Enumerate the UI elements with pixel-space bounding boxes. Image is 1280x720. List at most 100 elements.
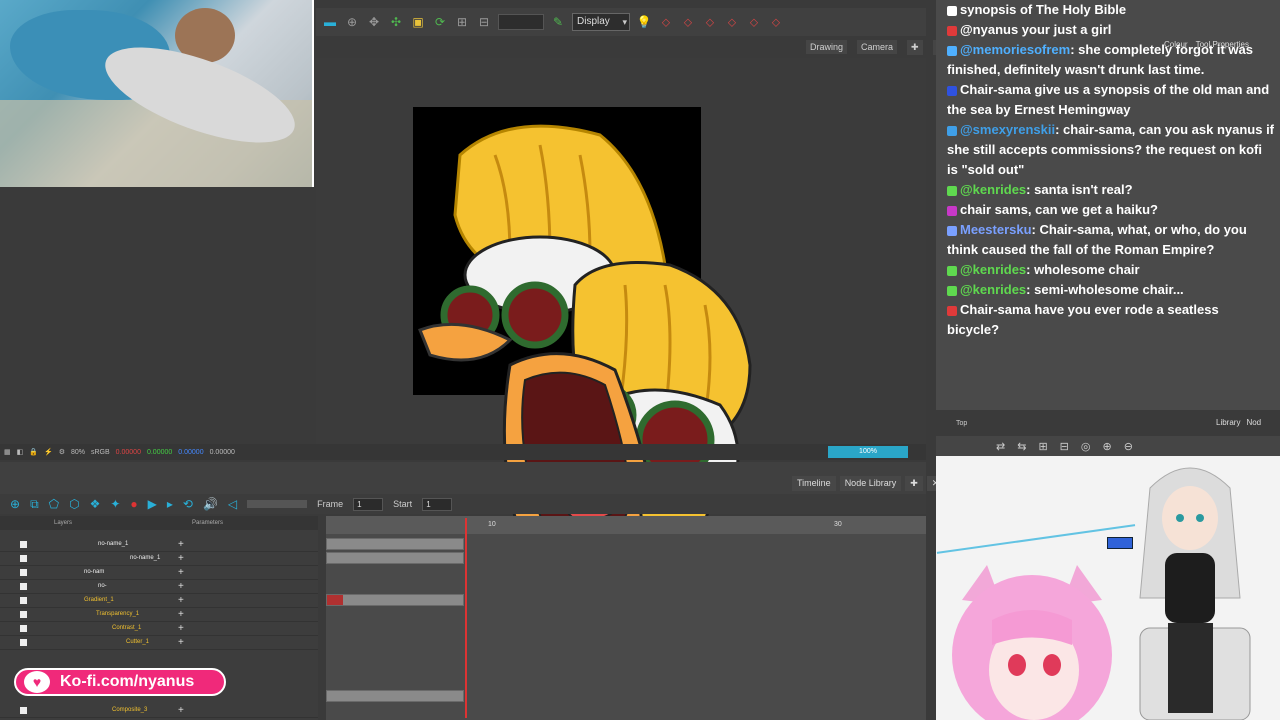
add-panel-icon[interactable]: ✚ xyxy=(905,476,923,491)
chat-username[interactable]: Meestersku xyxy=(960,222,1032,237)
frame-ruler[interactable]: 10 30 xyxy=(326,516,926,534)
add-keyframe-icon[interactable]: + xyxy=(178,581,184,592)
add-keyframe-icon[interactable]: + xyxy=(178,539,184,550)
layer-row[interactable]: Gradient_1 + xyxy=(0,594,318,608)
add-keyframe-icon[interactable]: + xyxy=(178,705,184,716)
chat-badge-icon xyxy=(947,285,957,296)
node-tool-icon[interactable]: ⇆ xyxy=(1017,440,1026,453)
node-tool-icon[interactable]: ⊞ xyxy=(1038,440,1047,453)
bolt-icon[interactable]: ⚡ xyxy=(44,448,53,456)
layer-duplicate-icon[interactable]: ⧉ xyxy=(30,497,39,512)
chat-username[interactable]: @smexyrenskii xyxy=(960,122,1055,137)
visibility-toggle[interactable] xyxy=(20,707,27,714)
panel-icon[interactable]: ▬ xyxy=(322,14,338,30)
add-keyframe-icon[interactable]: + xyxy=(178,567,184,578)
zoom-value: 80% xyxy=(70,448,85,456)
tab-timeline[interactable]: Timeline xyxy=(792,476,836,491)
node-tool-icon[interactable]: ⊟ xyxy=(1060,440,1069,453)
visibility-toggle[interactable] xyxy=(20,639,27,646)
play-icon[interactable]: ▶ xyxy=(148,497,157,511)
tab-node-library[interactable]: Node Library xyxy=(839,476,902,491)
layer-row[interactable]: Transparency_1 + xyxy=(0,608,318,622)
zoom-select[interactable] xyxy=(498,14,544,30)
add-keyframe-icon[interactable]: + xyxy=(178,623,184,634)
frame-strip[interactable] xyxy=(326,538,464,550)
move-icon[interactable]: ✥ xyxy=(366,14,382,30)
frame-strip[interactable] xyxy=(326,690,464,702)
layer-row[interactable]: no- + xyxy=(0,580,318,594)
display-select[interactable]: Display xyxy=(572,13,630,31)
visibility-toggle[interactable] xyxy=(20,569,27,576)
lightbulb-icon[interactable]: 💡 xyxy=(636,14,652,30)
node-tool-icon[interactable]: ◎ xyxy=(1081,440,1091,453)
visibility-toggle[interactable] xyxy=(20,625,27,632)
settings-icon[interactable]: ⚙ xyxy=(59,448,65,456)
tab-library[interactable]: Library xyxy=(1216,418,1240,427)
visibility-toggle[interactable] xyxy=(20,597,27,604)
rotate-icon[interactable]: ⟳ xyxy=(432,14,448,30)
transform-tool-icon[interactable]: ⊕ xyxy=(344,14,360,30)
keyframe-icon[interactable]: ⬦ xyxy=(658,14,674,30)
keyframe-remove-icon[interactable]: ⬦ xyxy=(702,14,718,30)
playhead[interactable] xyxy=(465,518,467,718)
clone-icon[interactable]: ❖ xyxy=(90,497,101,511)
speed-slider[interactable] xyxy=(247,500,308,508)
frame-strip-selected[interactable] xyxy=(326,594,464,606)
chat-username[interactable]: @kenrides xyxy=(960,182,1026,197)
chat-message: Chair-sama give us a synopsis of the old… xyxy=(936,80,1280,120)
group-icon[interactable]: ⬡ xyxy=(69,497,79,511)
frame-strip[interactable] xyxy=(326,552,464,564)
add-keyframe-icon[interactable]: + xyxy=(178,553,184,564)
tab-node-view[interactable]: Nod xyxy=(1246,418,1261,427)
lock-icon[interactable]: 🔒 xyxy=(29,448,38,456)
start-field[interactable]: 1 xyxy=(422,497,453,511)
node-tool-icon[interactable]: ⇄ xyxy=(996,440,1005,453)
loop-icon[interactable]: ⟲ xyxy=(183,497,193,511)
visibility-toggle[interactable] xyxy=(20,583,27,590)
sound-icon[interactable]: 🔊 xyxy=(203,497,218,511)
kofi-banner[interactable]: ♥ Ko-fi.com/nyanus xyxy=(14,668,226,696)
play-selection-icon[interactable]: ▸ xyxy=(167,497,173,511)
effect-icon[interactable]: ✦ xyxy=(110,497,120,511)
add-keyframe-icon[interactable]: + xyxy=(178,637,184,648)
peg-icon[interactable]: ⬠ xyxy=(49,497,59,511)
keyframe-paste-icon[interactable]: ⬦ xyxy=(746,14,762,30)
chat-text: @nyanus your just a girl xyxy=(960,22,1112,37)
layer-row[interactable]: Contrast_1 + xyxy=(0,622,318,636)
grid-icon[interactable]: ⊟ xyxy=(476,14,492,30)
snap-icon[interactable]: ⊞ xyxy=(454,14,470,30)
keyframe-copy-icon[interactable]: ⬦ xyxy=(724,14,740,30)
kofi-link[interactable]: Ko-fi.com/nyanus xyxy=(60,673,194,691)
pen-icon[interactable]: ✎ xyxy=(550,14,566,30)
tab-tool-properties[interactable]: Tool Properties xyxy=(1196,40,1249,49)
layer-row[interactable]: no-name_1 + xyxy=(0,552,318,566)
layer-row[interactable]: Composite_3 + xyxy=(0,704,318,718)
tab-drawing[interactable]: Drawing xyxy=(806,40,848,54)
sound-scrub-icon[interactable]: ◁ xyxy=(228,497,237,511)
tab-colour[interactable]: Colour xyxy=(1164,40,1188,49)
opacity-slider[interactable]: 100% xyxy=(828,446,908,458)
visibility-toggle[interactable] xyxy=(20,555,27,562)
visibility-toggle[interactable] xyxy=(20,541,27,548)
chat-username[interactable]: @kenrides xyxy=(960,262,1026,277)
pivot-icon[interactable]: ✣ xyxy=(388,14,404,30)
chat-badge-icon xyxy=(947,225,957,236)
layer-add-icon[interactable]: ⊕ xyxy=(10,497,20,511)
visibility-toggle[interactable] xyxy=(20,611,27,618)
onion-skin-icon[interactable]: ◧ xyxy=(17,448,24,456)
layer-row[interactable]: no-nam + xyxy=(0,566,318,580)
add-keyframe-icon[interactable]: + xyxy=(178,595,184,606)
add-keyframe-icon[interactable]: + xyxy=(178,609,184,620)
keyframe-reset-icon[interactable]: ⬦ xyxy=(768,14,784,30)
layer-row[interactable]: no-name_1 + xyxy=(0,538,318,552)
bounding-box-icon[interactable]: ▣ xyxy=(410,14,426,30)
add-panel-icon[interactable]: ✚ xyxy=(907,39,923,55)
chat-username[interactable]: @kenrides xyxy=(960,282,1026,297)
tab-camera[interactable]: Camera xyxy=(857,40,898,54)
frame-field[interactable]: 1 xyxy=(353,497,384,511)
colour-icon[interactable]: ● xyxy=(130,497,137,511)
chat-username[interactable]: @memoriesofrem xyxy=(960,42,1070,57)
view-mode-icon[interactable]: ▦ xyxy=(4,448,11,456)
layer-row[interactable]: Cutter_1 + xyxy=(0,636,318,650)
keyframe-add-icon[interactable]: ⬦ xyxy=(680,14,696,30)
